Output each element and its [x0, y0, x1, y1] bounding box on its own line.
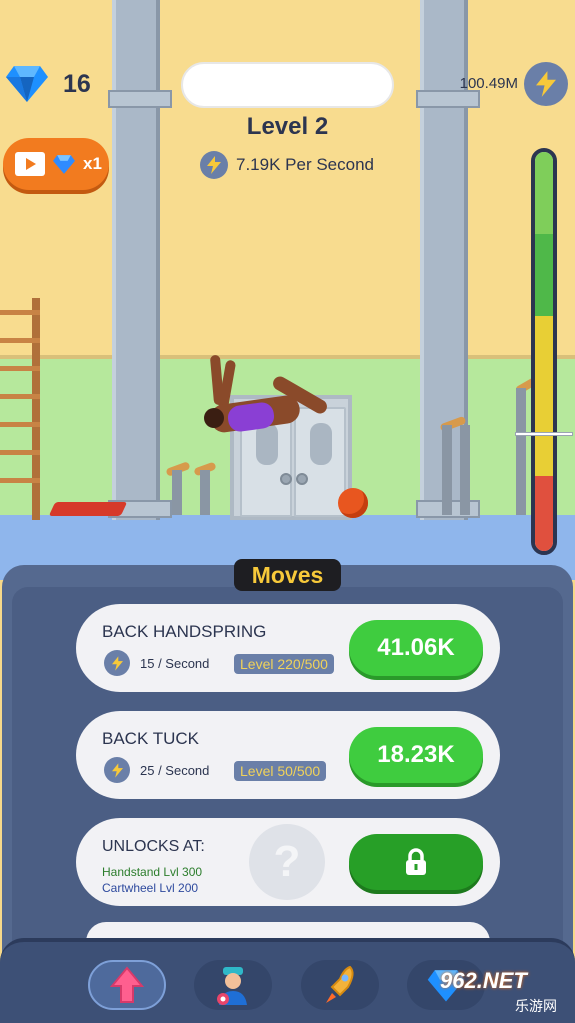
lock-icon — [406, 848, 426, 875]
bolt-icon — [200, 151, 228, 179]
energy-button[interactable] — [524, 62, 568, 106]
video-multiplier: x1 — [83, 154, 102, 173]
move-level-badge: Level 220/500 — [234, 654, 334, 674]
gem-count: 16 — [63, 70, 91, 98]
power-meter — [531, 148, 557, 555]
video-icon — [15, 152, 45, 176]
gem-icon — [53, 155, 75, 174]
watch-video-button[interactable]: x1 — [3, 138, 109, 190]
left-pillar — [108, 0, 172, 520]
rocket-icon — [326, 965, 354, 1003]
upgrade-button[interactable]: 18.23K — [349, 727, 483, 783]
meter-marker — [515, 432, 573, 436]
gem-icon — [6, 66, 48, 102]
unlock-title: UNLOCKS AT: — [102, 838, 205, 855]
level-title: Level 2 — [246, 113, 329, 140]
nav-trainer-button[interactable] — [194, 960, 272, 1010]
watermark-logo: 962.NET — [440, 968, 527, 993]
nav-boost-button[interactable] — [301, 960, 379, 1010]
move-card-back-tuck: BACK TUCK 25 / Second Level 50/500 18.23… — [76, 711, 500, 799]
move-rate-text: 15 / Second — [140, 655, 210, 671]
moves-tab: Moves — [234, 559, 341, 591]
move-name: BACK TUCK — [102, 729, 199, 748]
move-rate: 15 / Second — [104, 650, 209, 676]
move-rate: 25 / Second — [104, 757, 209, 783]
wall-ladder — [0, 298, 46, 520]
upgrade-arrow-icon — [110, 966, 144, 1003]
move-name: BACK HANDSPRING — [102, 622, 267, 641]
watermark-sub: 乐游网 — [515, 998, 557, 1014]
energy-total: 100.49M — [459, 75, 518, 92]
move-rate-text: 25 / Second — [140, 762, 210, 778]
nav-moves-button[interactable] — [88, 960, 166, 1010]
basketball — [338, 488, 368, 518]
move-level-badge: Level 50/500 — [234, 761, 327, 781]
unlock-requirement: Handstand Lvl 300 — [102, 865, 203, 879]
unlock-requirement: Cartwheel Lvl 200 — [102, 881, 199, 895]
wall-trim — [0, 355, 575, 359]
upgrade-button[interactable]: 41.06K — [349, 620, 483, 676]
locked-button[interactable] — [349, 834, 483, 890]
move-card-back-handspring: BACK HANDSPRING 15 / Second Level 220/50… — [76, 604, 500, 692]
trainer-icon — [217, 967, 247, 1005]
bolt-icon — [536, 71, 556, 97]
per-second-text: 7.19K Per Second — [236, 155, 374, 174]
springboard — [48, 502, 128, 516]
bolt-icon — [104, 650, 130, 676]
bolt-icon — [104, 757, 130, 783]
unknown-move-icon: ? — [249, 824, 325, 900]
level-progress-bar — [181, 62, 394, 108]
per-second-row: 7.19K Per Second — [200, 150, 374, 180]
locked-move-card: UNLOCKS AT: Handstand Lvl 300 Cartwheel … — [76, 818, 500, 906]
